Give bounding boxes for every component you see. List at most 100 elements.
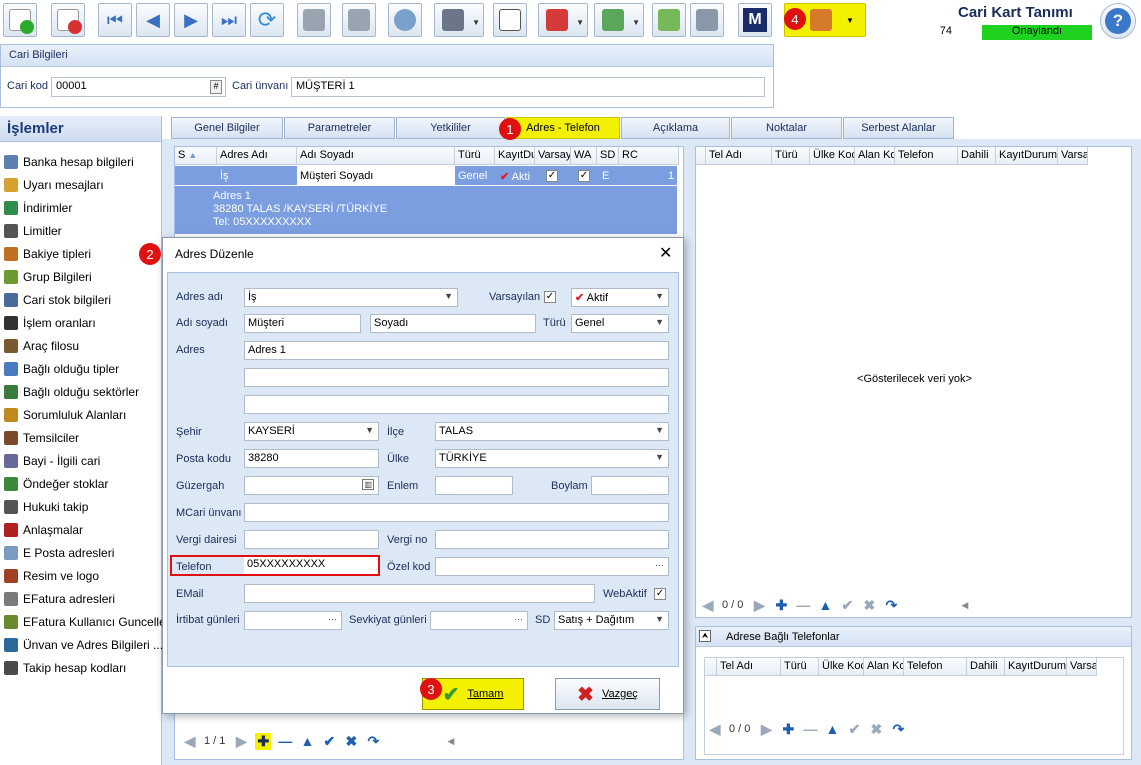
sidebar-item-anlas-malar[interactable]: Anlaşmalar (4, 520, 83, 540)
phone-col-telefon[interactable]: Telefon (895, 147, 958, 165)
row-varsay-checkbox[interactable]: ✓ (546, 170, 558, 182)
linked-col-varsa[interactable]: Varsa (1067, 658, 1097, 676)
collapse-icon[interactable]: ⮝ (699, 630, 711, 642)
next-record-button[interactable]: ▶ (174, 3, 208, 37)
linked-col-dahili[interactable]: Dahili (967, 658, 1005, 676)
scroll-left-icon[interactable]: ◀ (447, 736, 454, 747)
linked-col-alan-kod[interactable]: Alan Ko (864, 658, 904, 676)
sidebar-item-takip-hesap-kodlar[interactable]: Takip hesap kodları (4, 658, 126, 678)
tab-parametreler[interactable]: Parametreler (284, 117, 395, 139)
sidebar-item-i-ndirimler[interactable]: İndirimler (4, 198, 72, 218)
m-app-button[interactable]: M (738, 3, 772, 37)
nav-cancel-icon[interactable]: ✖ (868, 721, 884, 738)
vergi-dairesi-input[interactable] (244, 530, 379, 549)
nav-check-icon[interactable]: ✔ (839, 597, 855, 614)
guzergah-input[interactable]: ▥ (244, 476, 379, 495)
phone-col-alan-kod[interactable]: Alan Ko (855, 147, 895, 165)
adres-line-3-input[interactable] (244, 395, 669, 414)
sidebar-item-bakiye-tipleri[interactable]: Bakiye tipleri (4, 244, 91, 264)
email-input[interactable] (244, 584, 595, 603)
tab-yetkililer[interactable]: Yetkililer (396, 117, 505, 139)
nav-undo-icon[interactable]: ↷ (365, 733, 381, 750)
nav-add-icon[interactable]: ✚ (780, 721, 796, 738)
sidebar-item-cari-stok-bilgileri[interactable]: Cari stok bilgileri (4, 290, 111, 310)
phone-col-varsa[interactable]: Varsa (1058, 147, 1088, 165)
first-record-button[interactable]: ⏮ (98, 3, 132, 37)
sevkiyat-gunleri-input[interactable]: ··· (430, 611, 528, 630)
ellipsis-icon[interactable]: ··· (514, 614, 523, 624)
help-button[interactable]: ? (1100, 3, 1136, 39)
tools-button[interactable] (690, 3, 724, 37)
vazgec-button[interactable]: ✖ Vazgeç (555, 678, 660, 710)
sidebar-item-limitler[interactable]: Limitler (4, 221, 62, 241)
sidebar-item-u-nvan-ve-adres-bilgileri[interactable]: Ünvan ve Adres Bilgileri ... (4, 635, 163, 655)
delete-record-button[interactable] (51, 3, 85, 37)
sidebar-item-o-ndeg-er-stoklar[interactable]: Öndeğer stoklar (4, 474, 108, 494)
nav-add-icon[interactable]: ✚ (773, 597, 789, 614)
sidebar-item-e-posta-adresleri[interactable]: E Posta adresleri (4, 543, 114, 563)
import-button[interactable] (652, 3, 686, 37)
col-rc[interactable]: RC (619, 147, 679, 165)
ellipsis-icon[interactable]: ··· (655, 560, 664, 570)
telefon-input[interactable]: 05XXXXXXXXX (244, 557, 378, 574)
soyadi-input[interactable]: Soyadı (370, 314, 536, 333)
col-sd[interactable]: SD (597, 147, 619, 165)
print-button[interactable]: ▼ (434, 3, 484, 37)
close-icon[interactable]: ✕ (659, 243, 672, 263)
sidebar-item-bayi-i-lgili-cari[interactable]: Bayi - İlgili cari (4, 451, 100, 471)
sidebar-item-hukuki-takip[interactable]: Hukuki takip (4, 497, 88, 517)
nav-check-icon[interactable]: ✔ (321, 733, 337, 750)
adres-line-1-input[interactable]: Adres 1 (244, 341, 669, 360)
nav-prev-icon[interactable]: ◀ (182, 733, 198, 750)
nav-check-icon[interactable]: ✔ (846, 721, 862, 738)
ulke-select[interactable]: TÜRKİYE ▼ (435, 449, 669, 468)
sidebar-item-bag-l-oldug-u-tipler[interactable]: Bağlı olduğu tipler (4, 359, 119, 379)
preview-button[interactable] (388, 3, 422, 37)
phone-col-tel-adi[interactable]: Tel Adı (706, 147, 772, 165)
nav-add-icon[interactable]: ✚ (255, 732, 272, 750)
boylam-input[interactable] (591, 476, 669, 495)
tab-aciklama[interactable]: Açıklama (621, 117, 730, 139)
phone-col-turu[interactable]: Türü (772, 147, 810, 165)
linked-col-kayit[interactable]: KayıtDurumı (1005, 658, 1067, 676)
ozel-kod-input[interactable]: ··· (435, 557, 669, 576)
nav-up-icon[interactable]: ▲ (299, 733, 315, 749)
sidebar-item-temsilciler[interactable]: Temsilciler (4, 428, 79, 448)
nav-remove-icon[interactable]: — (277, 733, 293, 749)
adi-input[interactable]: Müşteri (244, 314, 361, 333)
posta-kodu-input[interactable]: 38280 (244, 449, 379, 468)
sd-select[interactable]: Satış + Dağıtım ▼ (554, 611, 669, 630)
cari-kod-input[interactable]: 00001 (51, 77, 226, 97)
ilce-select[interactable]: TALAS ▼ (435, 422, 669, 441)
sidebar-item-arac-filosu[interactable]: Araç filosu (4, 336, 79, 356)
export-button[interactable]: ▼ (594, 3, 644, 37)
varsayilan-checkbox[interactable]: ✓ (544, 291, 556, 303)
sidebar-item-uyar-mesajlar[interactable]: Uyarı mesajları (4, 175, 104, 195)
nav-cancel-icon[interactable]: ✖ (343, 733, 359, 750)
scroll-left-icon[interactable]: ◀ (961, 600, 968, 611)
col-wa[interactable]: WA (571, 147, 597, 165)
nav-prev-icon[interactable]: ◀ (700, 597, 716, 614)
nav-up-icon[interactable]: ▲ (824, 721, 840, 737)
nav-undo-icon[interactable]: ↷ (890, 721, 906, 738)
sidebar-item-grup-bilgileri[interactable]: Grup Bilgileri (4, 267, 92, 287)
sidebar-item-efatura-adresleri[interactable]: EFatura adresleri (4, 589, 115, 609)
phone-col-ulke-kod[interactable]: Ülke Koc (810, 147, 855, 165)
tab-serbest-alanlar[interactable]: Serbest Alanlar (843, 117, 954, 139)
last-record-button[interactable]: ⏭ (212, 3, 246, 37)
mcari-unvani-input[interactable] (244, 503, 669, 522)
attach-button[interactable] (493, 3, 527, 37)
col-adres-adi[interactable]: Adres Adı (217, 147, 297, 165)
phone-col-kayit[interactable]: KayıtDurumı (996, 147, 1058, 165)
linked-col-ulke-kod[interactable]: Ülke Koc (819, 658, 864, 676)
irtibat-gunleri-input[interactable]: ··· (244, 611, 342, 630)
col-adi-soyadi[interactable]: Adı Soyadı (297, 147, 455, 165)
linked-col-telefon[interactable]: Telefon (904, 658, 967, 676)
adres-adi-select[interactable]: İş ▼ (244, 288, 458, 307)
sidebar-item-resim-ve-logo[interactable]: Resim ve logo (4, 566, 99, 586)
col-s[interactable]: S ▲ (175, 147, 217, 165)
phone-col-dahili[interactable]: Dahili (958, 147, 996, 165)
row-adi-soyadi[interactable]: Müşteri Soyadı (297, 166, 455, 185)
nav-undo-icon[interactable]: ↷ (883, 597, 899, 614)
adres-line-2-input[interactable] (244, 368, 669, 387)
